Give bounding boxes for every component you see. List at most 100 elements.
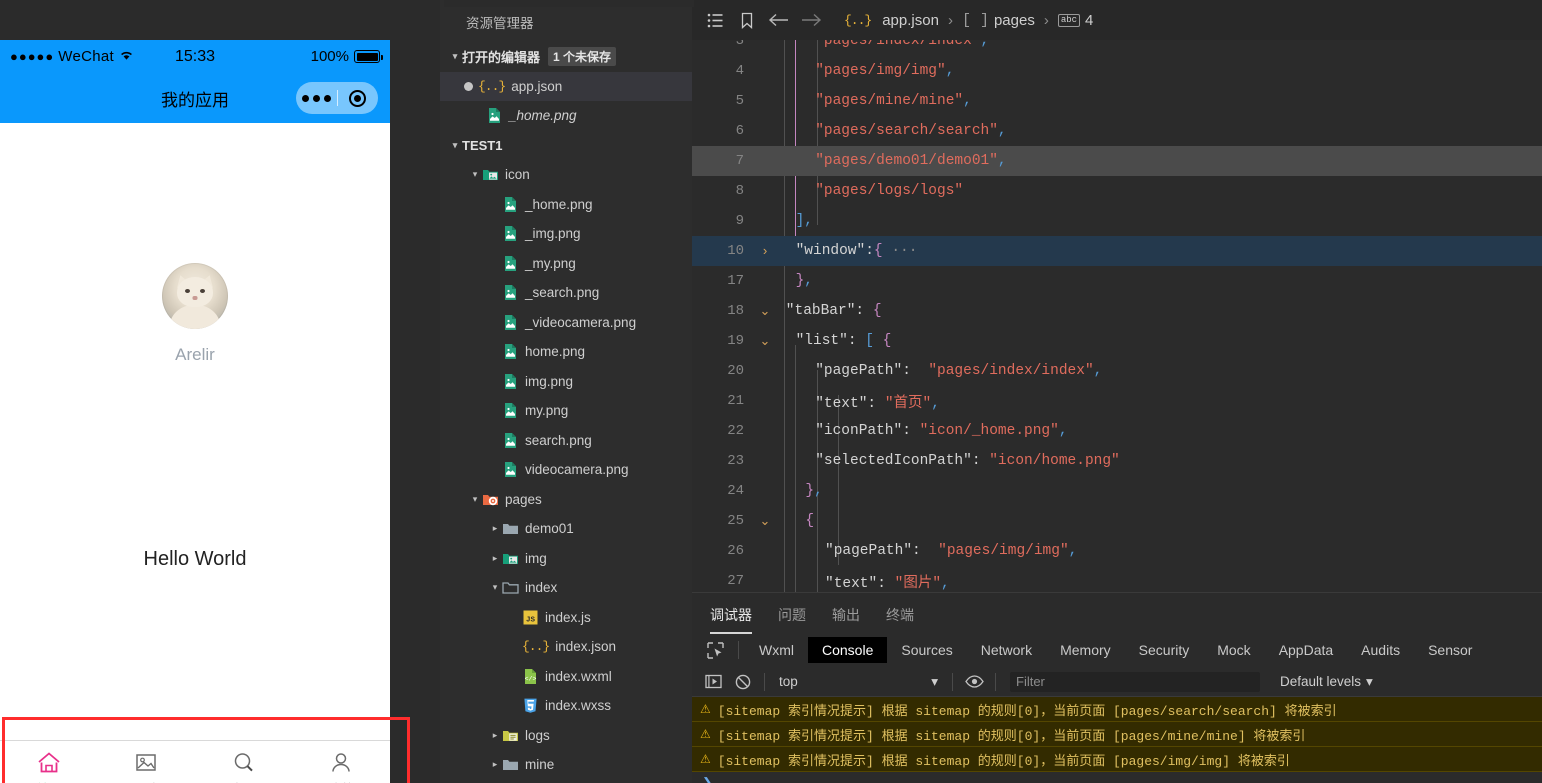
chevron-down-icon[interactable]: ▾ xyxy=(468,169,482,180)
panel-tab-2[interactable]: 输出 xyxy=(832,605,860,634)
tree-item-mine[interactable]: ▸ mine xyxy=(440,750,692,780)
tree-item--home-png[interactable]: ▸_home.png xyxy=(440,190,692,220)
fold-toggle-icon[interactable]: ⌄ xyxy=(754,514,776,529)
clear-console-icon[interactable] xyxy=(728,674,758,690)
code-line[interactable]: 26 "pagePath": "pages/img/img", xyxy=(692,536,1542,566)
code-line[interactable]: 25 ⌄ { xyxy=(692,506,1542,536)
code-line[interactable]: 9], xyxy=(692,206,1542,236)
devtools-tab-sensor[interactable]: Sensor xyxy=(1414,637,1486,663)
inspect-element-icon[interactable] xyxy=(698,641,732,660)
code-line[interactable]: 22 "iconPath": "icon/_home.png", xyxy=(692,416,1542,446)
code-line[interactable]: 19 ⌄ "list": [ { xyxy=(692,326,1542,356)
eye-icon[interactable] xyxy=(959,675,989,688)
chevron-down-icon[interactable]: ▾ xyxy=(488,582,502,593)
bookmark-icon[interactable] xyxy=(734,12,760,29)
fold-toggle-icon[interactable]: › xyxy=(754,244,776,259)
breadcrumb-item-pages[interactable]: [ ] pages xyxy=(962,12,1035,29)
tree-item-label: my.png xyxy=(525,403,569,419)
devtools-tab-memory[interactable]: Memory xyxy=(1046,637,1125,663)
open-editors-section[interactable]: ▾ 打开的编辑器 1 个未保存 xyxy=(440,42,692,72)
close-target-icon[interactable] xyxy=(338,89,379,107)
code-line[interactable]: 10 › "window":{ ··· xyxy=(692,236,1542,266)
code-line[interactable]: 5 "pages/mine/mine", xyxy=(692,86,1542,116)
execution-context-icon[interactable] xyxy=(698,674,728,689)
arrow-right-icon[interactable] xyxy=(798,13,824,27)
breadcrumb-item-file[interactable]: {..} app.json xyxy=(844,12,939,29)
devtools-tab-network[interactable]: Network xyxy=(967,637,1046,663)
code-text: "pages/img/img", xyxy=(815,63,955,79)
chevron-right-icon[interactable]: ▸ xyxy=(488,523,502,534)
code-line[interactable]: 27 "text": "图片", xyxy=(692,566,1542,592)
console-input-prompt[interactable]: ❯ xyxy=(692,772,1542,783)
tree-item-index-json[interactable]: ▸{..}index.json xyxy=(440,632,692,662)
console-filter-input[interactable]: Filter xyxy=(1010,671,1260,692)
fold-toggle-icon[interactable]: ⌄ xyxy=(754,304,776,319)
svg-text:JS: JS xyxy=(526,616,536,624)
chevron-right-icon[interactable]: ▸ xyxy=(488,553,502,564)
tree-item-index-wxss[interactable]: ▸index.wxss xyxy=(440,691,692,721)
devtools-tab-security[interactable]: Security xyxy=(1125,637,1204,663)
tree-item-label: _home.png xyxy=(525,196,593,212)
arrow-left-icon[interactable] xyxy=(766,13,792,27)
more-icon[interactable] xyxy=(296,94,337,102)
tree-item-videocamera-png[interactable]: ▸videocamera.png xyxy=(440,455,692,485)
panel-tab-1[interactable]: 问题 xyxy=(778,605,806,634)
chevron-right-icon[interactable]: ▸ xyxy=(488,730,502,741)
open-editor-app-json[interactable]: {..} app.json xyxy=(440,71,692,101)
tree-item-logs[interactable]: ▸ logs xyxy=(440,721,692,751)
console-levels-selector[interactable]: Default levels ▾ xyxy=(1280,674,1373,690)
devtools-tab-sources[interactable]: Sources xyxy=(887,637,966,663)
devtools-tab-console[interactable]: Console xyxy=(808,637,888,663)
code-line[interactable]: 6 "pages/search/search", xyxy=(692,116,1542,146)
code-line[interactable]: 23 "selectedIconPath": "icon/home.png" xyxy=(692,446,1542,476)
tree-item-img[interactable]: ▸ img xyxy=(440,544,692,574)
chevron-down-icon[interactable]: ▾ xyxy=(468,494,482,505)
tree-item--img-png[interactable]: ▸_img.png xyxy=(440,219,692,249)
breadcrumb-item-index[interactable]: abc 4 xyxy=(1057,12,1093,29)
code-line[interactable]: 18 ⌄ "tabBar": { xyxy=(692,296,1542,326)
tree-item-label: home.png xyxy=(525,344,586,360)
tree-item-index[interactable]: ▾ index xyxy=(440,573,692,603)
tree-item-index-js[interactable]: ▸JSindex.js xyxy=(440,603,692,633)
tree-item-index-wxml[interactable]: ▸</>index.wxml xyxy=(440,662,692,692)
tree-item-img-png[interactable]: ▸img.png xyxy=(440,367,692,397)
code-line[interactable]: 20 "pagePath": "pages/index/index", xyxy=(692,356,1542,386)
project-root-row[interactable]: ▾ TEST1 xyxy=(440,131,692,161)
open-editor-label: app.json xyxy=(511,78,563,94)
code-line[interactable]: 17}, xyxy=(692,266,1542,296)
tree-item-icon[interactable]: ▾ icon xyxy=(440,160,692,190)
fold-toggle-icon[interactable]: ⌄ xyxy=(754,334,776,349)
tree-item--videocamera-png[interactable]: ▸_videocamera.png xyxy=(440,308,692,338)
image-file-icon xyxy=(486,107,503,124)
panel-tab-0[interactable]: 调试器 xyxy=(710,605,752,634)
tree-item-home-png[interactable]: ▸home.png xyxy=(440,337,692,367)
code-line[interactable]: 3 "pages/index/index", xyxy=(692,40,1542,56)
tabbar-item-home[interactable]: 首页 xyxy=(0,741,98,783)
tree-item-search-png[interactable]: ▸search.png xyxy=(440,426,692,456)
panel-tab-3[interactable]: 终端 xyxy=(886,605,914,634)
tree-item-pages[interactable]: ▾ pages xyxy=(440,485,692,515)
tabbar-item-discover[interactable]: 发现 xyxy=(195,741,293,783)
tree-item--my-png[interactable]: ▸_my.png xyxy=(440,249,692,279)
list-icon[interactable] xyxy=(702,13,728,28)
tree-item-demo01[interactable]: ▸ demo01 xyxy=(440,514,692,544)
tree-item-my-png[interactable]: ▸my.png xyxy=(440,396,692,426)
tabbar-item-image[interactable]: 图片 xyxy=(98,741,196,783)
tabbar-item-mine[interactable]: 我的 xyxy=(293,741,391,783)
devtools-tab-wxml[interactable]: Wxml xyxy=(745,637,808,663)
wechat-capsule-button[interactable] xyxy=(296,82,378,114)
devtools-tab-mock[interactable]: Mock xyxy=(1203,637,1264,663)
tree-item--search-png[interactable]: ▸_search.png xyxy=(440,278,692,308)
devtools-tab-audits[interactable]: Audits xyxy=(1347,637,1414,663)
code-text-area[interactable]: 3 "pages/index/index", 4 "pages/img/img", 5 "… xyxy=(692,40,1542,592)
code-line[interactable]: 4 "pages/img/img", xyxy=(692,56,1542,86)
code-line[interactable]: 8 "pages/logs/logs" xyxy=(692,176,1542,206)
code-line[interactable]: 7 "pages/demo01/demo01", xyxy=(692,146,1542,176)
open-editor-home-png[interactable]: _home.png xyxy=(440,101,692,131)
chevron-right-icon[interactable]: ▸ xyxy=(488,759,502,770)
tree-item-search[interactable]: ▸search xyxy=(440,780,692,783)
code-line[interactable]: 24}, xyxy=(692,476,1542,506)
console-context-selector[interactable]: top ▾ xyxy=(771,674,946,690)
code-line[interactable]: 21 "text": "首页", xyxy=(692,386,1542,416)
devtools-tab-appdata[interactable]: AppData xyxy=(1265,637,1347,663)
